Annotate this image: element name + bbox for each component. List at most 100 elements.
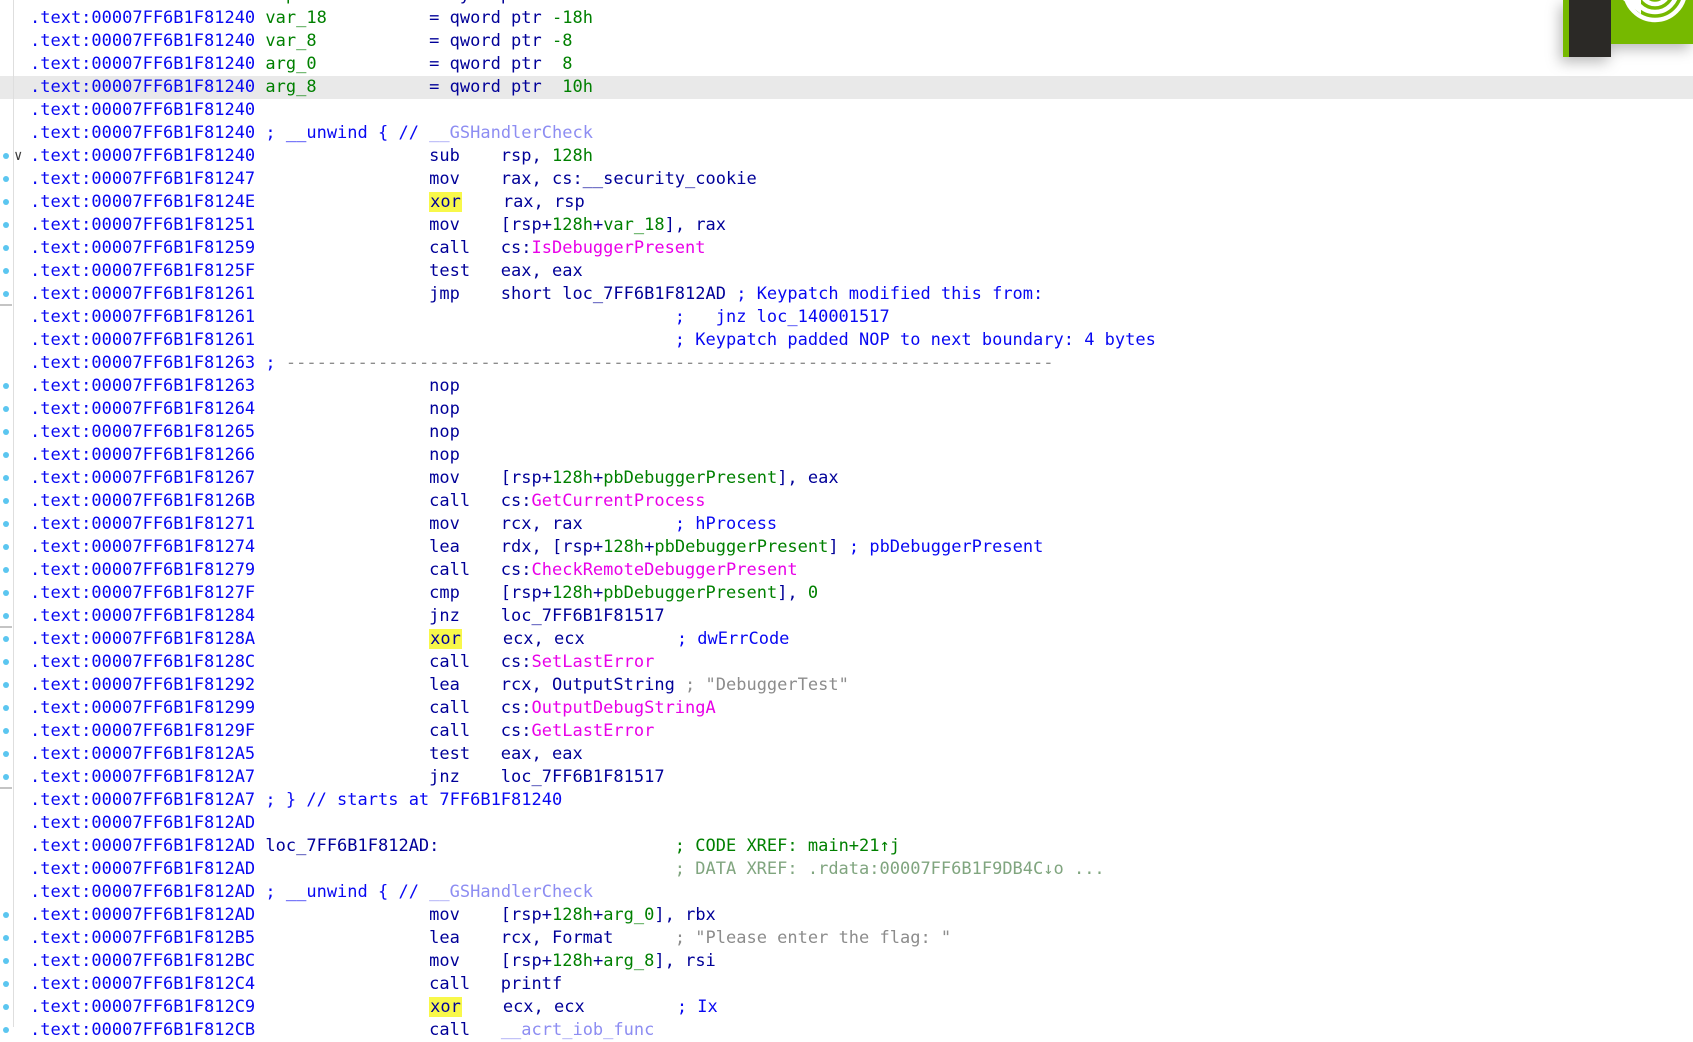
disasm-line[interactable]: .text:00007FF6B1F8129F call cs:GetLastEr… (0, 720, 1693, 743)
instruction-dot-icon (3, 383, 9, 389)
disasm-listing[interactable]: .text:00007FF6B1F81240 input = byte ptr … (0, 0, 1693, 1042)
disasm-text: .text:00007FF6B1F8124E xor rax, rsp (30, 192, 585, 212)
disasm-line[interactable]: .text:00007FF6B1F81251 mov [rsp+128h+var… (0, 214, 1693, 237)
disasm-line[interactable]: .text:00007FF6B1F8126B call cs:GetCurren… (0, 490, 1693, 513)
instruction-dot-icon (3, 544, 9, 550)
disasm-text: .text:00007FF6B1F81240 var_18 = qword pt… (30, 8, 593, 28)
instruction-dot-icon (3, 1027, 9, 1033)
disasm-text: .text:00007FF6B1F81267 mov [rsp+128h+pbD… (30, 468, 839, 488)
disasm-line[interactable]: ∨ .text:00007FF6B1F81240 sub rsp, 128h (0, 145, 1693, 168)
instruction-dot-icon (3, 475, 9, 481)
disasm-line[interactable]: .text:00007FF6B1F812A7 ; } // starts at … (0, 789, 1693, 812)
disasm-text: .text:00007FF6B1F812C4 call printf (30, 974, 563, 994)
disasm-text: .text:00007FF6B1F81261 ; Keypatch padded… (30, 330, 1156, 350)
disasm-line[interactable]: .text:00007FF6B1F81240 (0, 99, 1693, 122)
disasm-line[interactable]: .text:00007FF6B1F81279 call cs:CheckRemo… (0, 559, 1693, 582)
disasm-line[interactable]: .text:00007FF6B1F81261 ; jnz loc_1400015… (0, 306, 1693, 329)
disasm-line[interactable]: .text:00007FF6B1F81240 var_8 = qword ptr… (0, 30, 1693, 53)
disasm-line[interactable]: .text:00007FF6B1F81240 var_18 = qword pt… (0, 7, 1693, 30)
disasm-text: .text:00007FF6B1F812A7 jnz loc_7FF6B1F81… (30, 767, 665, 787)
disasm-line[interactable]: .text:00007FF6B1F8128C call cs:SetLastEr… (0, 651, 1693, 674)
disasm-line[interactable]: .text:00007FF6B1F81261 jmp short loc_7FF… (0, 283, 1693, 306)
disasm-line[interactable]: .text:00007FF6B1F8125F test eax, eax (0, 260, 1693, 283)
disasm-line[interactable]: .text:00007FF6B1F81240 arg_0 = qword ptr… (0, 53, 1693, 76)
instruction-dot-icon (3, 774, 9, 780)
disasm-line[interactable]: .text:00007FF6B1F81299 call cs:OutputDeb… (0, 697, 1693, 720)
disasm-line[interactable]: .text:00007FF6B1F81292 lea rcx, OutputSt… (0, 674, 1693, 697)
instruction-dot-icon (3, 613, 9, 619)
instruction-dot-icon (3, 682, 9, 688)
disasm-line[interactable]: .text:00007FF6B1F81271 mov rcx, rax ; hP… (0, 513, 1693, 536)
disasm-text: .text:00007FF6B1F8128A xor ecx, ecx ; dw… (30, 629, 790, 649)
instruction-dot-icon (3, 751, 9, 757)
instruction-dot-icon (3, 705, 9, 711)
disasm-line[interactable]: .text:00007FF6B1F812A7 jnz loc_7FF6B1F81… (0, 766, 1693, 789)
disasm-text: .text:00007FF6B1F812C9 xor ecx, ecx ; Ix (30, 997, 718, 1017)
disasm-line[interactable]: .text:00007FF6B1F81267 mov [rsp+128h+pbD… (0, 467, 1693, 490)
disasm-text: .text:00007FF6B1F81263 nop (30, 376, 460, 396)
instruction-dot-icon (3, 728, 9, 734)
disasm-line[interactable]: .text:00007FF6B1F8128A xor ecx, ecx ; dw… (0, 628, 1693, 651)
disasm-line[interactable]: .text:00007FF6B1F81247 mov rax, cs:__sec… (0, 168, 1693, 191)
instruction-dot-icon (3, 590, 9, 596)
disasm-line[interactable]: .text:00007FF6B1F8127F cmp [rsp+128h+pbD… (0, 582, 1693, 605)
disasm-line[interactable]: .text:00007FF6B1F812AD ; __unwind { // _… (0, 881, 1693, 904)
disasm-text: .text:00007FF6B1F81247 mov rax, cs:__sec… (30, 169, 757, 189)
disasm-line[interactable]: .text:00007FF6B1F81274 lea rdx, [rsp+128… (0, 536, 1693, 559)
disasm-text: .text:00007FF6B1F8125F test eax, eax (30, 261, 583, 281)
disasm-text: .text:00007FF6B1F81261 jmp short loc_7FF… (30, 284, 1044, 304)
disasm-line[interactable]: .text:00007FF6B1F812C9 xor ecx, ecx ; Ix (0, 996, 1693, 1019)
disasm-line[interactable]: .text:00007FF6B1F81261 ; Keypatch padded… (0, 329, 1693, 352)
disasm-line[interactable]: .text:00007FF6B1F812AD mov [rsp+128h+arg… (0, 904, 1693, 927)
disasm-line[interactable]: .text:00007FF6B1F8124E xor rax, rsp (0, 191, 1693, 214)
disasm-line[interactable]: .text:00007FF6B1F812AD loc_7FF6B1F812AD:… (0, 835, 1693, 858)
disasm-line[interactable]: .text:00007FF6B1F812CB call __acrt_iob_f… (0, 1019, 1693, 1042)
disasm-line[interactable]: .text:00007FF6B1F81240 ; __unwind { // _… (0, 122, 1693, 145)
disasm-line[interactable]: .text:00007FF6B1F81265 nop (0, 421, 1693, 444)
disasm-text: .text:00007FF6B1F81274 lea rdx, [rsp+128… (30, 537, 1044, 557)
instruction-dot-icon (3, 452, 9, 458)
collapse-function-icon[interactable]: ∨ (14, 145, 22, 168)
disasm-text: .text:00007FF6B1F81284 jnz loc_7FF6B1F81… (30, 606, 665, 626)
instruction-dot-icon (3, 659, 9, 665)
instruction-dot-icon (3, 958, 9, 964)
disasm-line[interactable]: .text:00007FF6B1F81266 nop (0, 444, 1693, 467)
instruction-dot-icon (3, 935, 9, 941)
disasm-line[interactable]: .text:00007FF6B1F81263 ; ---------------… (0, 352, 1693, 375)
disasm-text: .text:00007FF6B1F81299 call cs:OutputDeb… (30, 698, 716, 718)
instruction-dot-icon (3, 268, 9, 274)
disasm-line[interactable]: .text:00007FF6B1F812A5 test eax, eax (0, 743, 1693, 766)
disasm-text: .text:00007FF6B1F8129F call cs:GetLastEr… (30, 721, 655, 741)
disasm-line[interactable]: .text:00007FF6B1F81284 jnz loc_7FF6B1F81… (0, 605, 1693, 628)
disasm-text: .text:00007FF6B1F81292 lea rcx, OutputSt… (30, 675, 849, 695)
disasm-line[interactable]: .text:00007FF6B1F812AD (0, 812, 1693, 835)
disasm-line[interactable]: .text:00007FF6B1F81240 input = byte ptr … (0, 0, 1693, 7)
disasm-text: .text:00007FF6B1F812A5 test eax, eax (30, 744, 583, 764)
disasm-line[interactable]: .text:00007FF6B1F812C4 call printf (0, 973, 1693, 996)
disasm-text: .text:00007FF6B1F81240 sub rsp, 128h (30, 146, 593, 166)
disasm-line[interactable]: .text:00007FF6B1F81264 nop (0, 398, 1693, 421)
instruction-dot-icon (3, 636, 9, 642)
disasm-line[interactable]: .text:00007FF6B1F812AD ; DATA XREF: .rda… (0, 858, 1693, 881)
disasm-line[interactable]: .text:00007FF6B1F81259 call cs:IsDebugge… (0, 237, 1693, 260)
disasm-text: .text:00007FF6B1F812CB call __acrt_iob_f… (30, 1020, 655, 1040)
disasm-text: .text:00007FF6B1F81240 arg_0 = qword ptr… (30, 54, 573, 74)
disasm-line[interactable]: .text:00007FF6B1F812B5 lea rcx, Format ;… (0, 927, 1693, 950)
disasm-text: .text:00007FF6B1F812A7 ; } // starts at … (30, 790, 563, 810)
instruction-dot-icon (3, 912, 9, 918)
nvidia-logo[interactable] (1563, 0, 1693, 80)
disasm-line[interactable]: .text:00007FF6B1F81263 nop (0, 375, 1693, 398)
disasm-text: .text:00007FF6B1F81261 ; jnz loc_1400015… (30, 307, 890, 327)
nvidia-eye-icon (1623, 0, 1686, 23)
disasm-text: .text:00007FF6B1F812AD loc_7FF6B1F812AD:… (30, 836, 900, 856)
nvidia-logo-dark-panel (1569, 0, 1611, 57)
disasm-line-selected[interactable]: .text:00007FF6B1F81240 arg_8 = qword ptr… (0, 76, 1693, 99)
disasm-text: .text:00007FF6B1F81279 call cs:CheckRemo… (30, 560, 798, 580)
instruction-dot-icon (3, 981, 9, 987)
disasm-text: .text:00007FF6B1F8127F cmp [rsp+128h+pbD… (30, 583, 819, 603)
disasm-text: .text:00007FF6B1F812B5 lea rcx, Format ;… (30, 928, 952, 948)
disasm-text: .text:00007FF6B1F81271 mov rcx, rax ; hP… (30, 514, 778, 534)
disasm-text: .text:00007FF6B1F81240 input = byte ptr … (30, 0, 583, 7)
disasm-line[interactable]: .text:00007FF6B1F812BC mov [rsp+128h+arg… (0, 950, 1693, 973)
instruction-dot-icon (3, 199, 9, 205)
